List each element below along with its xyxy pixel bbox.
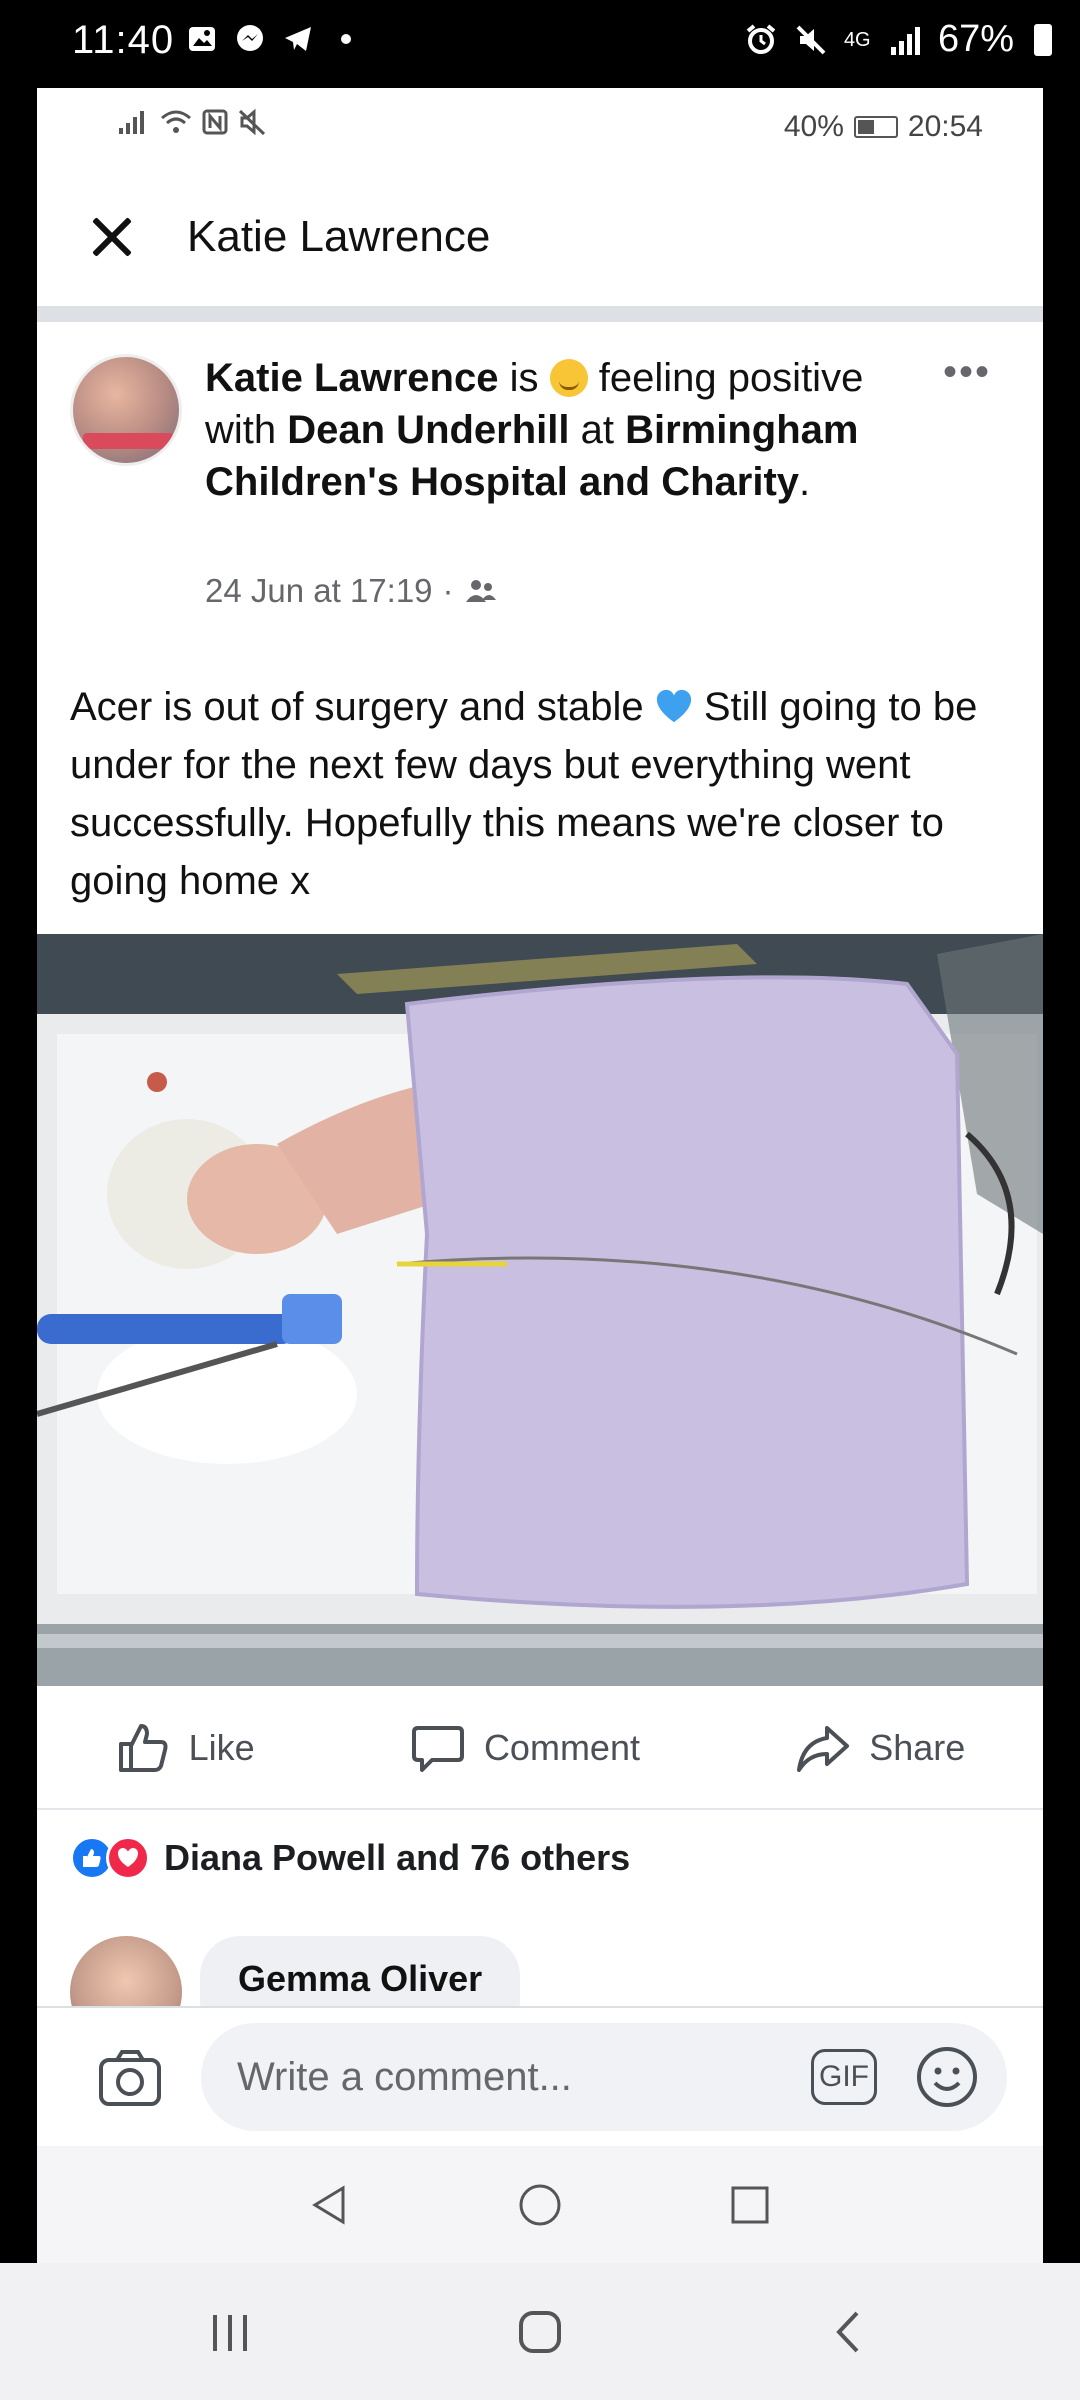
header-divider [37,306,1043,322]
post-author-line: Katie Lawrence is feeling positive with … [205,352,905,508]
recent-apps-icon[interactable] [205,2307,255,2357]
recents-square-icon[interactable] [725,2180,775,2230]
comment-composer: Write a comment... GIF [37,2006,1043,2146]
post-photo[interactable] [37,934,1043,1686]
home-circle-icon[interactable] [515,2180,565,2230]
comment-label: Comment [483,1727,640,1768]
love-reaction-icon [106,1836,150,1880]
feeling-emoji-icon [549,359,588,397]
facebook-post-screen: 40% 20:54 Katie Lawrence Katie Lawrence … [37,88,1043,2263]
messenger-icon [233,22,267,56]
post-text-part1: Acer is out of surgery and stable [70,685,655,729]
inner-mute-icon [238,108,266,136]
battery-percent: 67% [937,18,1014,60]
close-icon[interactable] [87,212,137,262]
inner-nfc-icon [202,109,228,135]
at-text: at [569,408,626,452]
author-name[interactable]: Katie Lawrence [205,356,498,400]
meta-separator: · [442,572,454,609]
inner-wifi-icon [161,110,191,133]
commenter-name[interactable]: Gemma Oliver [238,1958,482,1999]
mute-icon [794,23,828,57]
inner-signal-icons [117,108,267,136]
device-status-bar: 11:40 4G 67% [0,0,1080,88]
comment-placeholder: Write a comment... [237,2054,572,2099]
alarm-icon [744,23,778,57]
friends-audience-icon [465,580,496,602]
gallery-notification-icon [185,22,219,56]
post-body: Acer is out of surgery and stable Still … [70,678,1020,910]
home-button-icon[interactable] [515,2307,565,2357]
is-text: is [498,356,550,400]
share-label: Share [869,1727,966,1768]
baby-in-incubator-image [37,934,1043,1686]
inner-status-right: 40% 20:54 [784,110,983,144]
author-avatar[interactable] [70,354,182,466]
like-label: Like [188,1727,255,1768]
inner-status-bar: 40% 20:54 [37,88,1043,168]
reactions-summary[interactable]: Diana Powell and 76 others [70,1836,630,1880]
emoji-smiley-icon[interactable] [915,2045,979,2109]
inner-battery-percent: 40% [783,110,844,143]
post-actions: Like Comment Share [37,1688,1043,1810]
reactions-text: Diana Powell and 76 others [164,1837,631,1878]
blue-heart-icon [656,689,691,723]
inner-time: 20:54 [907,110,983,143]
gif-button[interactable]: GIF [811,2049,877,2105]
notification-icons [185,22,363,56]
period: . [799,460,811,504]
device-navigation-bar [0,2263,1080,2400]
like-button[interactable]: Like [115,1720,255,1776]
inner-battery-icon [853,116,898,138]
comment-button[interactable]: Comment [410,1720,640,1776]
thumbs-up-icon [118,1724,168,1772]
more-notifications-dot-icon [329,22,363,56]
inner-navigation-bar [37,2146,1043,2263]
signal-icon [888,23,922,57]
header-title: Katie Lawrence [187,212,491,261]
more-options-icon[interactable]: ••• [943,350,991,395]
system-icons: 4G 67% [744,18,1052,61]
back-triangle-icon[interactable] [305,2180,355,2230]
network-type: 4G [843,28,871,51]
comment-bubble-icon [411,1726,464,1772]
comment-input[interactable]: Write a comment... GIF [201,2023,1007,2131]
back-chevron-icon[interactable] [825,2307,875,2357]
battery-icon [1034,23,1052,56]
inner-signal-icon [119,111,144,134]
share-arrow-icon [797,1726,850,1772]
post-header-info: Katie Lawrence is feeling positive with … [37,322,1043,722]
telegram-icon [281,22,315,56]
post-timestamp[interactable]: 24 Jun at 17:19 [205,572,433,610]
post-meta: 24 Jun at 17:19 · [205,572,498,610]
device-time: 11:40 [72,18,175,62]
share-button[interactable]: Share [795,1720,965,1776]
camera-icon[interactable] [95,2042,165,2112]
post-header: Katie Lawrence [37,168,1043,306]
tagged-person[interactable]: Dean Underhill [287,408,569,452]
